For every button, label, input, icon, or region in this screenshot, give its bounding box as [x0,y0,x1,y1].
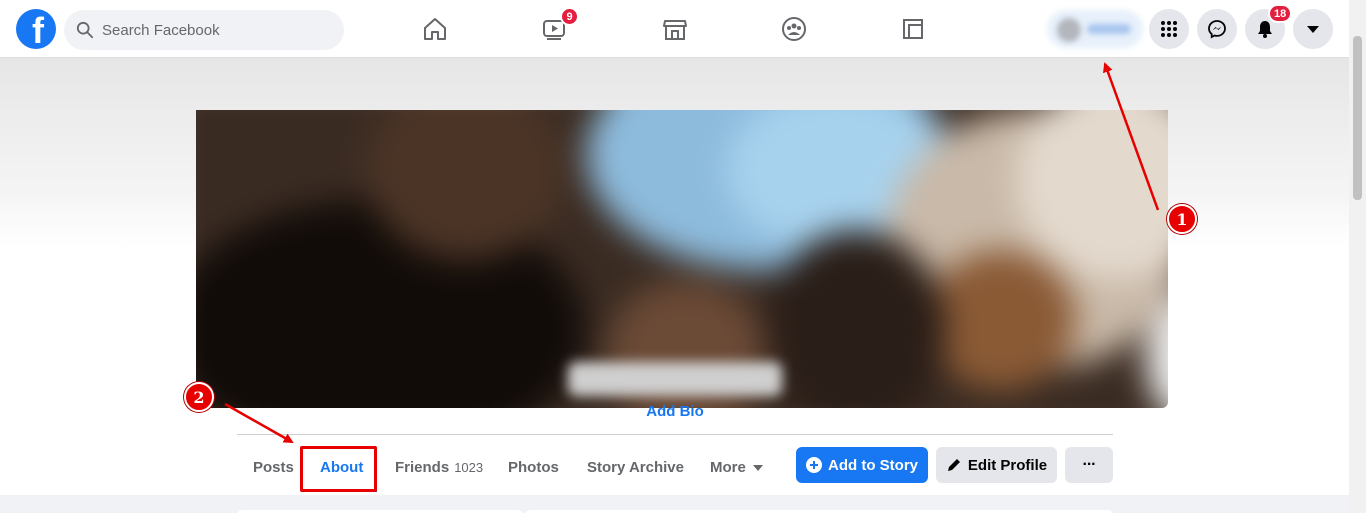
ellipsis-icon: ··· [1082,456,1097,473]
tab-more-label: More [710,458,746,476]
tab-friends-label: Friends [395,458,450,476]
messenger-icon[interactable] [1197,9,1237,49]
pencil-icon [947,459,960,471]
scrollbar-thumb[interactable] [1353,36,1362,200]
about-tab-highlight [300,446,377,492]
search-input[interactable] [102,21,322,39]
menu-grid-icon[interactable] [1149,9,1189,49]
friends-count: 1023 [454,459,484,475]
plus-circle-icon [806,457,822,473]
edit-profile-label: Edit Profile [967,456,1048,474]
top-navigation-bar: f 9 18 [0,0,1366,58]
tab-story-archive[interactable]: Story Archive [587,447,684,487]
search-icon [76,21,94,39]
add-bio-link[interactable]: Add Bio [600,403,750,420]
profile-content-area [0,495,1349,513]
avatar [1057,18,1081,42]
facebook-logo[interactable]: f [16,9,56,49]
profile-header-background [0,58,1349,495]
tabs-divider [237,434,1113,435]
marketplace-icon[interactable] [655,9,695,49]
annotation-marker-1: 1 [1167,204,1197,234]
gaming-icon[interactable] [893,9,933,49]
caret-down-icon [752,465,763,471]
annotation-marker-2: 2 [184,382,214,412]
profile-name-blurred [1087,24,1131,34]
groups-icon[interactable] [774,9,814,49]
add-to-story-label: Add to Story [828,456,918,474]
notifications-badge: 18 [1268,4,1293,23]
tab-posts[interactable]: Posts [253,447,294,487]
search-box[interactable] [64,10,344,50]
page-scrollbar[interactable] [1349,0,1366,513]
home-icon[interactable] [415,9,455,49]
add-to-story-button[interactable]: Add to Story [796,447,928,483]
edit-profile-button[interactable]: Edit Profile [936,447,1057,483]
tab-friends[interactable]: Friends 1023 [395,447,483,487]
tab-photos[interactable]: Photos [508,447,559,487]
profile-shortcut[interactable] [1047,10,1143,48]
tab-more[interactable]: More [710,447,763,487]
profile-name-blurred [568,362,782,396]
more-options-button[interactable]: ··· [1065,447,1113,483]
watch-badge: 9 [560,7,579,26]
account-caret-icon[interactable] [1293,9,1333,49]
